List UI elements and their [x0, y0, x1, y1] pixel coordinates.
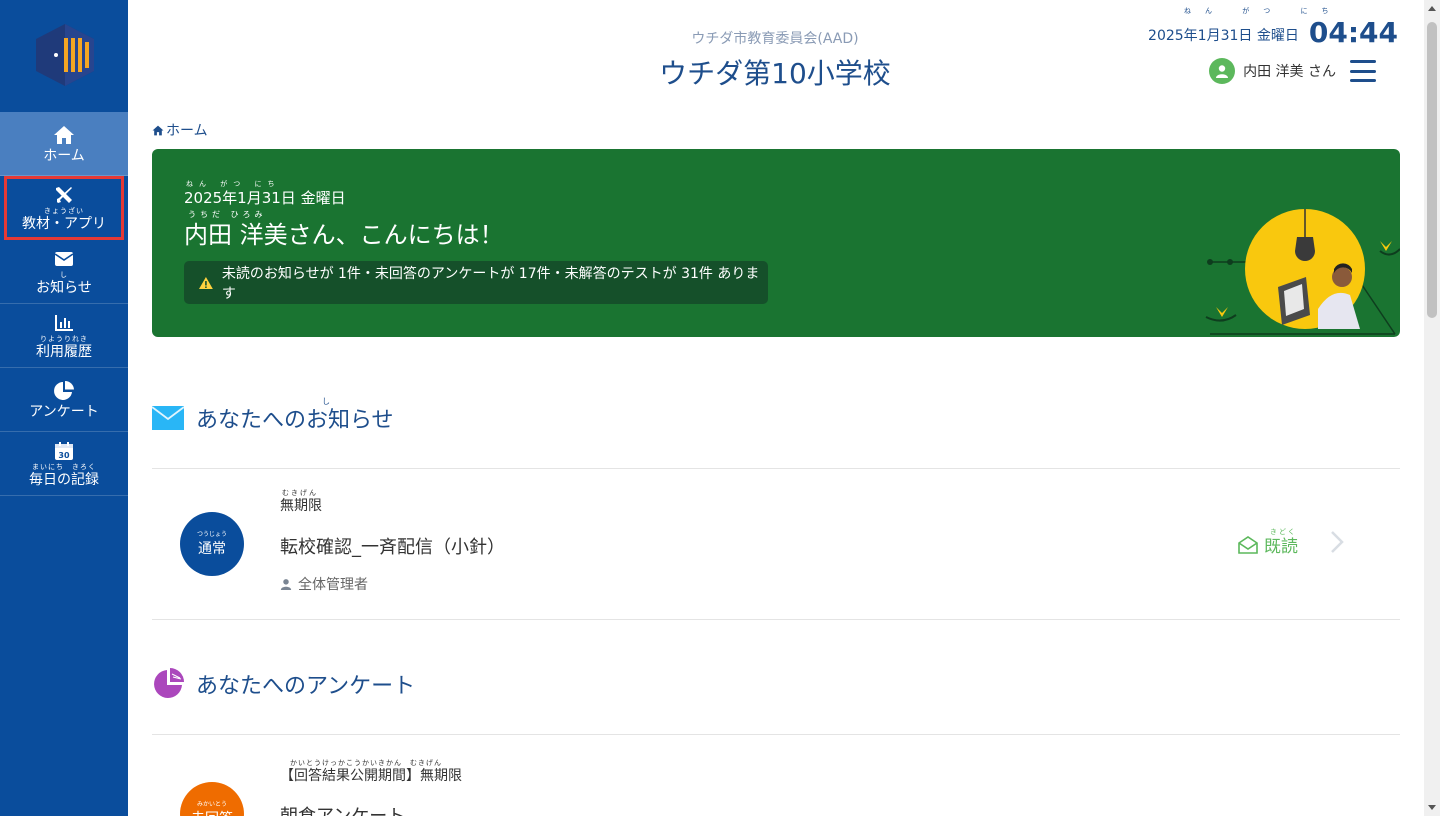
survey-status-badge: みかいとう 未回答	[180, 782, 244, 816]
pie-chart-icon	[52, 379, 76, 403]
sidebar-item-notices[interactable]: し お知らせ	[0, 240, 128, 304]
hamburger-menu-icon[interactable]	[1350, 60, 1376, 82]
sidebar-item-label: お知らせ	[36, 279, 92, 296]
organization-name: ウチダ市教育委員会(AAD)	[691, 31, 859, 47]
notice-subject-link[interactable]: 転校確認_一斉配信（小針）	[280, 533, 505, 559]
open-envelope-icon	[1238, 535, 1258, 554]
breadcrumb-home-link[interactable]: ホーム	[166, 120, 208, 140]
bar-chart-icon	[52, 311, 76, 335]
divider	[152, 619, 1400, 620]
current-time: 04:44	[1308, 16, 1398, 49]
sidebar-item-label: 教材・アプリ	[22, 215, 106, 232]
divider	[152, 734, 1400, 735]
sidebar-item-home[interactable]: ホーム	[0, 112, 128, 176]
badge-ruby: つうじょう	[196, 530, 227, 538]
school-name: ウチダ第10小学校	[659, 57, 891, 90]
sidebar-item-ruby: まいにち きろく	[32, 462, 96, 471]
sidebar-item-ruby: きょうざい	[44, 206, 84, 215]
badge-label: 未回答	[191, 808, 233, 816]
sidebar-item-ruby: し	[60, 270, 68, 279]
tools-icon	[52, 183, 76, 207]
sidebar-item-label: 利用履歴	[36, 343, 92, 360]
pie-chart-icon	[154, 668, 184, 698]
sidebar-item-label: ホーム	[43, 147, 85, 164]
person-icon	[280, 579, 292, 590]
user-menu[interactable]: 内田 洋美 さん	[1209, 58, 1336, 84]
sidebar-item-survey[interactable]: アンケート	[0, 368, 128, 432]
sidebar: ホーム きょうざい 教材・アプリ し お知らせ りようりれき 利用履歴 アンケー…	[0, 0, 128, 816]
reading-person-illustration-icon	[1205, 209, 1400, 335]
calendar-icon: 30	[52, 439, 76, 463]
read-status: 既読	[1238, 532, 1298, 557]
page-scrollbar[interactable]	[1424, 0, 1440, 816]
badge-label: 通常	[198, 540, 226, 557]
envelope-icon	[152, 406, 184, 430]
sidebar-item-label: アンケート	[29, 403, 99, 420]
notices-section-title: あなたへのお知らせ	[152, 402, 394, 434]
date-ruby: ねん がつ にち	[1184, 7, 1343, 15]
notice-type-badge: つうじょう 通常	[180, 512, 244, 576]
scroll-up-arrow-icon[interactable]	[1428, 6, 1436, 11]
unread-summary-text: 未読のお知らせが 1件・未回答のアンケートが 17件・未解答のテストが 31件 …	[221, 265, 760, 302]
warning-icon	[198, 276, 213, 289]
user-avatar-icon	[1209, 58, 1236, 84]
banner-date: 2025年1月31日 金曜日	[184, 189, 346, 207]
survey-subject-link[interactable]: 朝食アンケート	[280, 802, 405, 816]
envelope-icon	[52, 247, 76, 271]
breadcrumb: ホーム	[152, 120, 208, 140]
sidebar-item-daily-record[interactable]: 30 まいにち きろく 毎日の記録	[0, 432, 128, 496]
notices-title: あなたへのお知らせ	[196, 408, 394, 433]
sidebar-item-ruby: りようりれき	[40, 334, 88, 343]
notice-deadline: 無期限	[280, 498, 322, 514]
surveys-section-title: あなたへのアンケート	[152, 668, 415, 700]
sidebar-nav: ホーム きょうざい 教材・アプリ し お知らせ りようりれき 利用履歴 アンケー…	[0, 112, 128, 496]
surveys-title: あなたへのアンケート	[196, 674, 416, 699]
author-name: 全体管理者	[298, 577, 368, 593]
notice-author: 全体管理者	[280, 574, 368, 594]
unread-summary-alert[interactable]: 未読のお知らせが 1件・未回答のアンケートが 17件・未解答のテストが 31件 …	[184, 261, 768, 304]
scroll-thumb[interactable]	[1427, 22, 1437, 318]
datetime: ねん がつ にち 2025年1月31日 金曜日 04:44	[1148, 7, 1398, 49]
sidebar-item-label: 毎日の記録	[29, 471, 99, 488]
sidebar-item-usage-history[interactable]: りようりれき 利用履歴	[0, 304, 128, 368]
app-logo-icon[interactable]	[34, 22, 96, 88]
survey-period: 【回答結果公開期間】無期限	[280, 768, 462, 784]
banner-greeting: 内田 洋美さん、こんにちは！	[184, 221, 504, 249]
badge-ruby: みかいとう	[196, 800, 227, 808]
welcome-banner: ねん がつ にち 2025年1月31日 金曜日 うちだ ひろみ 内田 洋美さん、…	[152, 149, 1400, 337]
calendar-day: 30	[58, 451, 70, 460]
sidebar-item-materials-apps[interactable]: きょうざい 教材・アプリ	[4, 176, 124, 240]
current-date: 2025年1月31日 金曜日	[1148, 28, 1299, 44]
home-icon	[52, 123, 76, 147]
read-status-label: 既読	[1264, 537, 1298, 557]
scroll-down-arrow-icon[interactable]	[1428, 805, 1436, 810]
user-name: 内田 洋美 さん	[1243, 64, 1336, 80]
divider	[152, 468, 1400, 469]
chevron-right-icon[interactable]	[1330, 530, 1344, 554]
home-icon	[152, 125, 164, 135]
